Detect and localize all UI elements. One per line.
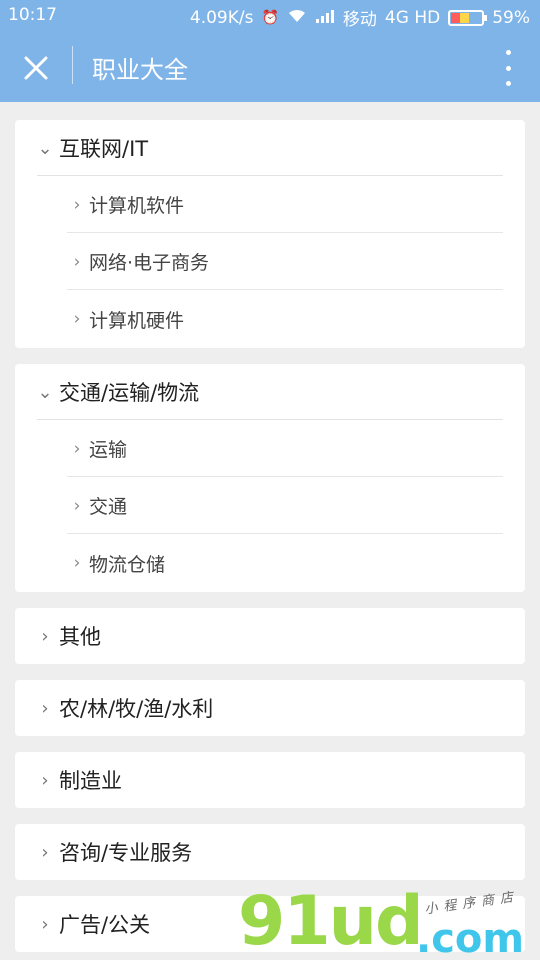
- chevron-down-icon: ⌄: [37, 137, 53, 159]
- chevron-right-icon: ›: [41, 841, 49, 863]
- carrier-label: 移动: [342, 10, 377, 30]
- chevron-right-icon: ›: [73, 495, 81, 516]
- chevron-right-icon: ›: [41, 769, 49, 791]
- network-type: 4G HD: [384, 7, 441, 28]
- top-bar: 10:17 4.09K/s ⏰ 移动 4G HD 59% 职业大全: [0, 0, 540, 102]
- battery-percent: 59%: [492, 7, 530, 28]
- category-card: › 其他: [15, 608, 525, 664]
- subcategory-item[interactable]: › 网络·电子商务: [15, 233, 525, 290]
- category-label: 其他: [59, 625, 101, 649]
- category-card: › 广告/公关: [15, 896, 525, 952]
- category-label: 互联网/IT: [59, 137, 149, 161]
- subcategory-label: 网络·电子商务: [89, 252, 210, 274]
- category-header[interactable]: ⌄ 互联网/IT: [15, 120, 525, 176]
- alarm-icon: ⏰: [261, 9, 279, 26]
- subcategory-label: 运输: [89, 439, 128, 461]
- status-indicators: 4.09K/s ⏰ 移动 4G HD 59%: [189, 5, 530, 31]
- category-header[interactable]: › 其他: [15, 608, 525, 664]
- chevron-right-icon: ›: [73, 553, 81, 573]
- chevron-right-icon: ›: [73, 309, 81, 329]
- category-label: 广告/公关: [59, 913, 151, 937]
- category-header[interactable]: › 咨询/专业服务: [15, 824, 525, 880]
- chevron-right-icon: ›: [41, 913, 49, 935]
- category-header[interactable]: › 制造业: [15, 752, 525, 808]
- category-card: ⌄ 互联网/IT › 计算机软件 › 网络·电子商务 › 计算机硬件: [15, 120, 525, 348]
- category-label: 交通/运输/物流: [59, 381, 200, 405]
- wifi-icon: [287, 9, 307, 27]
- status-bar: 10:17 4.09K/s ⏰ 移动 4G HD 59%: [0, 0, 540, 30]
- close-icon[interactable]: [16, 48, 56, 88]
- category-card: › 咨询/专业服务: [15, 824, 525, 880]
- signal-icon: [315, 9, 335, 27]
- category-card: ⌄ 交通/运输/物流 › 运输 › 交通 › 物流仓储: [15, 364, 525, 592]
- subcategory-item[interactable]: › 计算机软件: [15, 176, 525, 233]
- subcategory-item[interactable]: › 交通: [15, 477, 525, 534]
- title-divider: [72, 46, 73, 84]
- title-bar: 职业大全: [0, 30, 540, 102]
- subcategory-item[interactable]: › 运输: [15, 420, 525, 477]
- category-label: 咨询/专业服务: [59, 841, 193, 865]
- chevron-down-icon: ⌄: [37, 381, 53, 403]
- category-header[interactable]: ⌄ 交通/运输/物流: [15, 364, 525, 420]
- category-header[interactable]: › 农/林/牧/渔/水利: [15, 680, 525, 736]
- category-list: ⌄ 互联网/IT › 计算机软件 › 网络·电子商务 › 计算机硬件 ⌄ 交通/…: [0, 120, 540, 960]
- chevron-right-icon: ›: [73, 438, 81, 459]
- subcategory-label: 计算机硬件: [89, 309, 185, 332]
- category-card: › 制造业: [15, 752, 525, 808]
- network-speed: 4.09K/s: [189, 7, 254, 28]
- battery-icon: [448, 9, 488, 26]
- chevron-right-icon: ›: [73, 251, 81, 272]
- chevron-right-icon: ›: [73, 194, 81, 215]
- chevron-right-icon: ›: [41, 697, 49, 719]
- category-card: › 农/林/牧/渔/水利: [15, 680, 525, 736]
- subcategory-item[interactable]: › 计算机硬件: [15, 290, 525, 348]
- subcategory-label: 物流仓储: [89, 553, 166, 576]
- page-title: 职业大全: [92, 56, 188, 84]
- status-time: 10:17: [8, 5, 57, 25]
- category-header[interactable]: › 广告/公关: [15, 896, 525, 952]
- chevron-right-icon: ›: [41, 625, 49, 647]
- subcategory-label: 交通: [89, 496, 128, 518]
- category-label: 制造业: [59, 769, 122, 793]
- subcategory-item[interactable]: › 物流仓储: [15, 534, 525, 592]
- subcategory-label: 计算机软件: [89, 195, 185, 217]
- category-label: 农/林/牧/渔/水利: [59, 697, 214, 721]
- more-vertical-icon[interactable]: [498, 50, 518, 86]
